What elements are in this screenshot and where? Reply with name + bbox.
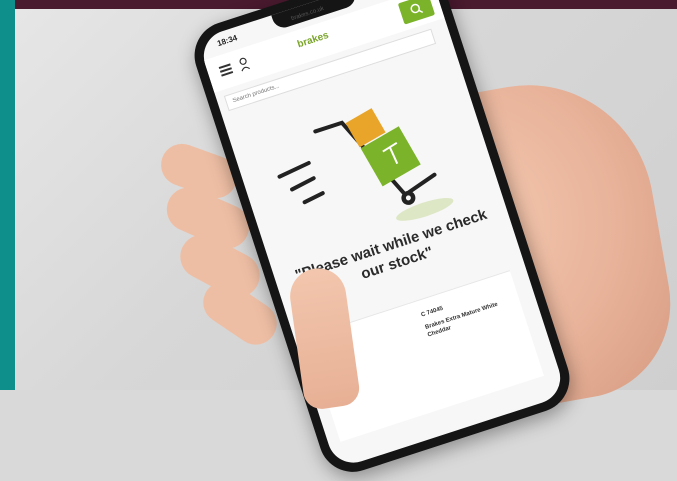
account-icon[interactable]: [237, 56, 251, 72]
search-button[interactable]: [397, 0, 436, 25]
product-name: Brakes Extra Mature White Cheddar: [424, 301, 499, 339]
menu-icon[interactable]: [218, 63, 234, 78]
teal-strip: [0, 0, 15, 390]
product-code: C 74045: [420, 305, 444, 319]
search-icon: [410, 3, 424, 14]
brand-logo[interactable]: brakes: [296, 30, 330, 50]
status-time: 18:34: [216, 33, 239, 49]
status-url: brakes.co.uk: [290, 5, 325, 23]
speed-lines: [277, 160, 325, 205]
